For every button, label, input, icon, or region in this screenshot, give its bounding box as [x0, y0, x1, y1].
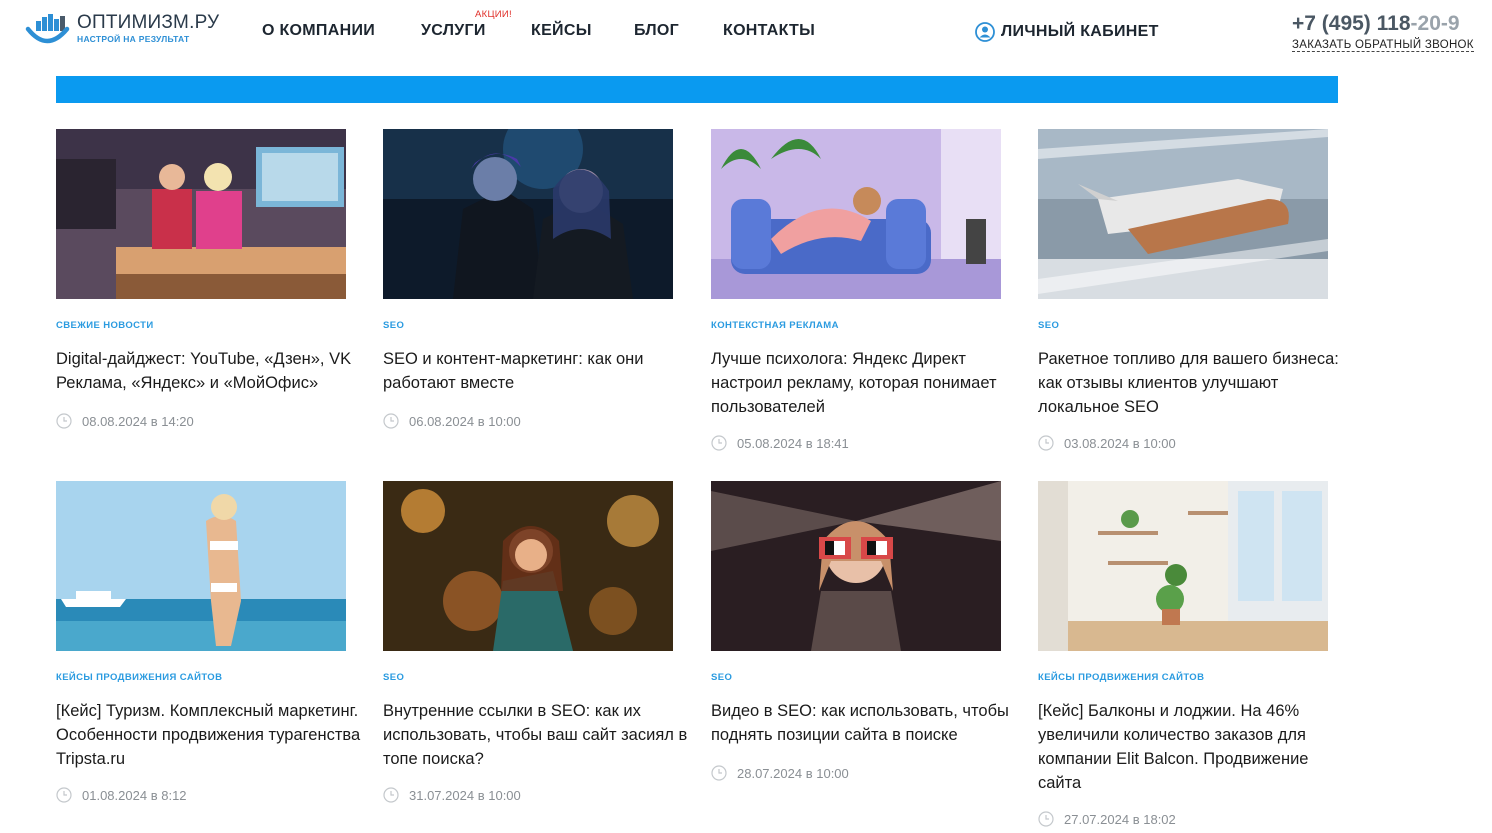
article-image[interactable] [56, 481, 346, 651]
article-image[interactable] [1038, 481, 1328, 651]
article-image[interactable] [711, 129, 1001, 299]
callback-link[interactable]: ЗАКАЗАТЬ ОБРАТНЫЙ ЗВОНОК [1292, 39, 1474, 52]
cabinet-label: ЛИЧНЫЙ КАБИНЕТ [1001, 23, 1159, 40]
article-image[interactable] [56, 129, 346, 299]
date-value: 31.07.2024 [409, 787, 475, 803]
article-image[interactable] [1038, 129, 1328, 299]
article-date: 03.08.2024 в 10:00 [1038, 435, 1176, 451]
clock-icon [711, 435, 727, 451]
time-value: 10:00 [1143, 435, 1176, 451]
logo[interactable]: ОПТИМИЗМ.РУ НАСТРОЙ НА РЕЗУЛЬТАТ [25, 13, 219, 47]
date-at: в [477, 787, 485, 803]
article-date: 01.08.2024 в 8:12 [56, 787, 187, 803]
date-at: в [477, 413, 485, 429]
clock-icon [56, 413, 72, 429]
date-value: 27.07.2024 [1064, 811, 1130, 827]
personal-cabinet-link[interactable]: ЛИЧНЫЙ КАБИНЕТ [975, 22, 1159, 42]
article-image[interactable] [711, 481, 1001, 651]
article-card: СВЕЖИЕ НОВОСТИ Digital-дайджест: YouTube… [56, 129, 356, 429]
article-card: КОНТЕКСТНАЯ РЕКЛАМА Лучше психолога: Янд… [711, 129, 1011, 451]
phone-main: +7 (495) 118 [1292, 12, 1411, 35]
article-title[interactable]: Внутренние ссылки в SEO: как их использо… [383, 699, 688, 771]
article-card: SEO Ракетное топливо для вашего бизнеса:… [1038, 129, 1339, 451]
clock-icon [56, 787, 72, 803]
article-title[interactable]: [Кейс] Туризм. Комплексный маркетинг. Ос… [56, 699, 361, 771]
phone-faded: -20-9 [1410, 12, 1460, 35]
article-title[interactable]: [Кейс] Балконы и лоджии. На 46% увеличил… [1038, 699, 1343, 795]
nav-item-contacts[interactable]: КОНТАКТЫ [723, 22, 815, 40]
article-card: КЕЙСЫ ПРОДВИЖЕНИЯ САЙТОВ [Кейс] Балконы … [1038, 481, 1338, 827]
date-at: в [805, 765, 813, 781]
phone-number[interactable]: +7 (495) 118-20-9 [1292, 12, 1460, 36]
article-date: 27.07.2024 в 18:02 [1038, 811, 1176, 827]
time-value: 14:20 [161, 413, 194, 429]
article-category[interactable]: КЕЙСЫ ПРОДВИЖЕНИЯ САЙТОВ [1038, 672, 1204, 683]
article-card: КЕЙСЫ ПРОДВИЖЕНИЯ САЙТОВ [Кейс] Туризм. … [56, 481, 360, 803]
nav-item-cases[interactable]: КЕЙСЫ [531, 22, 592, 40]
article-image[interactable] [383, 129, 673, 299]
article-category[interactable]: КЕЙСЫ ПРОДВИЖЕНИЯ САЙТОВ [56, 672, 222, 683]
site-header: ОПТИМИЗМ.РУ НАСТРОЙ НА РЕЗУЛЬТАТ О КОМПА… [0, 0, 1492, 64]
date-at: в [1132, 811, 1140, 827]
clock-icon [383, 413, 399, 429]
article-date: 05.08.2024 в 18:41 [711, 435, 849, 451]
article-category[interactable]: КОНТЕКСТНАЯ РЕКЛАМА [711, 320, 839, 331]
article-card: SEO Видео в SEO: как использовать, чтобы… [711, 481, 1011, 781]
date-value: 03.08.2024 [1064, 435, 1130, 451]
article-category[interactable]: SEO [383, 672, 404, 683]
article-image[interactable] [383, 481, 673, 651]
nav-item-blog[interactable]: БЛОГ [634, 22, 679, 40]
date-value: 06.08.2024 [409, 413, 475, 429]
banner-bar [56, 76, 1338, 103]
article-card: SEO SEO и контент-маркетинг: как они раб… [383, 129, 683, 429]
time-value: 8:12 [161, 787, 187, 803]
time-value: 10:00 [816, 765, 849, 781]
article-date: 31.07.2024 в 10:00 [383, 787, 521, 803]
nav-item-company[interactable]: О КОМПАНИИ [262, 22, 375, 40]
article-category[interactable]: SEO [1038, 320, 1059, 331]
logo-slogan: НАСТРОЙ НА РЕЗУЛЬТАТ [77, 34, 190, 44]
logo-icon [25, 14, 70, 44]
date-at: в [1132, 435, 1140, 451]
article-category[interactable]: SEO [711, 672, 732, 683]
article-category[interactable]: SEO [383, 320, 404, 331]
date-at: в [150, 787, 158, 803]
article-title[interactable]: Ракетное топливо для вашего бизнеса: как… [1038, 347, 1343, 419]
date-value: 28.07.2024 [737, 765, 803, 781]
nav-item-services[interactable]: УСЛУГИ [421, 22, 486, 40]
article-date: 28.07.2024 в 10:00 [711, 765, 849, 781]
article-title[interactable]: Лучше психолога: Яндекс Директ настроил … [711, 347, 1016, 419]
clock-icon [1038, 811, 1054, 827]
article-category[interactable]: СВЕЖИЕ НОВОСТИ [56, 320, 154, 331]
article-title[interactable]: Digital-дайджест: YouTube, «Дзен», VK Ре… [56, 347, 361, 395]
article-date: 08.08.2024 в 14:20 [56, 413, 194, 429]
date-value: 08.08.2024 [82, 413, 148, 429]
user-circle-icon [975, 22, 995, 42]
clock-icon [1038, 435, 1054, 451]
article-card: SEO Внутренние ссылки в SEO: как их испо… [383, 481, 687, 803]
article-date: 06.08.2024 в 10:00 [383, 413, 521, 429]
article-title[interactable]: Видео в SEO: как использовать, чтобы под… [711, 699, 1016, 747]
article-title[interactable]: SEO и контент-маркетинг: как они работаю… [383, 347, 688, 395]
promo-badge[interactable]: АКЦИИ! [475, 9, 512, 20]
logo-name: ОПТИМИЗМ.РУ [77, 12, 220, 33]
time-value: 10:00 [488, 413, 521, 429]
date-value: 01.08.2024 [82, 787, 148, 803]
date-at: в [150, 413, 158, 429]
time-value: 18:02 [1143, 811, 1176, 827]
time-value: 10:00 [488, 787, 521, 803]
clock-icon [711, 765, 727, 781]
date-value: 05.08.2024 [737, 435, 803, 451]
clock-icon [383, 787, 399, 803]
time-value: 18:41 [816, 435, 849, 451]
date-at: в [805, 435, 813, 451]
